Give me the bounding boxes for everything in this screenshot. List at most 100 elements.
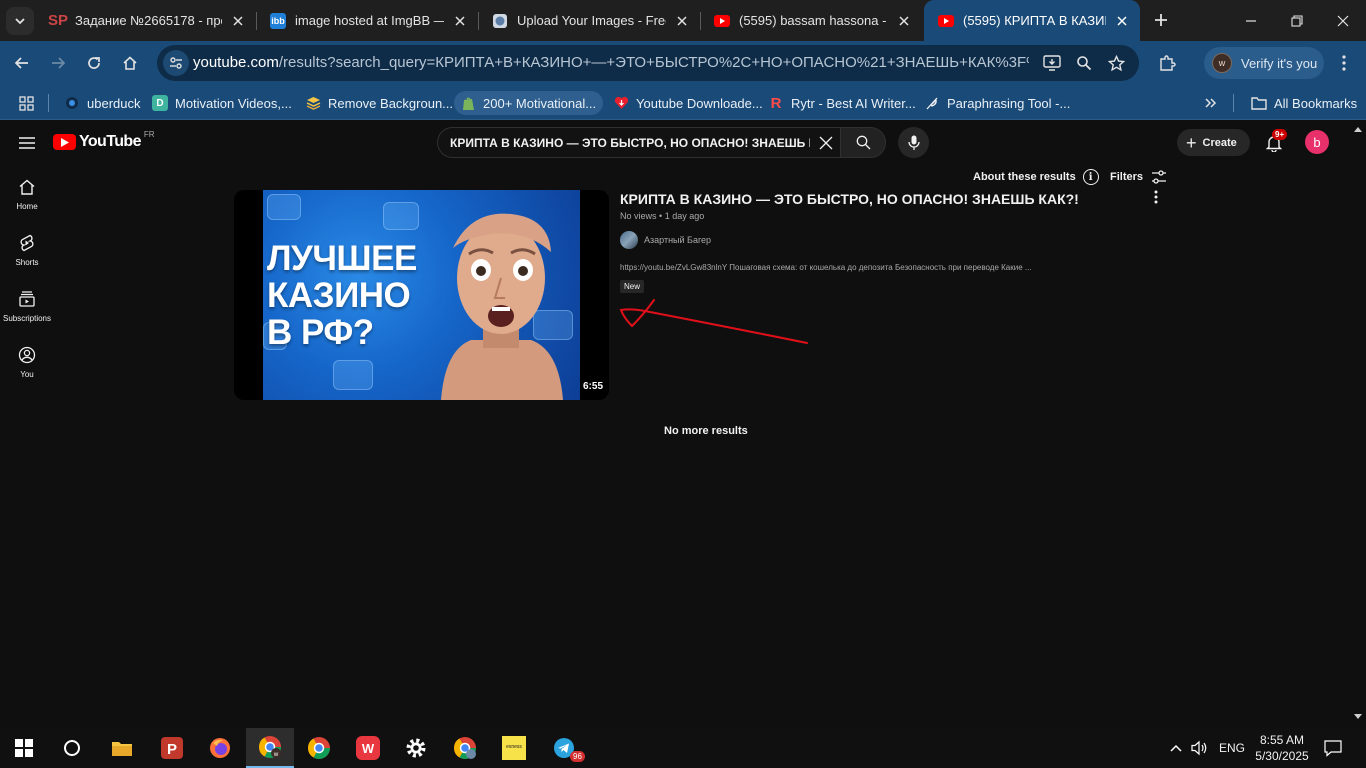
browser-tab[interactable]: ibb image hosted at ImgBB — In [256,0,478,41]
more-bookmarks-button[interactable] [1198,91,1224,115]
browser-menu-button[interactable] [1330,49,1358,77]
bookmarks-separator [1233,94,1234,112]
browser-tab[interactable]: (5595) bassam hassona - You [700,0,922,41]
home-button[interactable] [116,49,144,77]
browser-tab[interactable]: SP Задание №2665178 - прос [36,0,256,41]
notification-center-button[interactable] [1324,739,1342,757]
firefox-taskbar[interactable] [196,728,244,768]
browser-tab[interactable]: Upload Your Images - Free Im [478,0,700,41]
more-vert-icon [1154,190,1158,204]
guide-item-subscriptions[interactable]: Subscriptions [0,277,54,331]
file-explorer-taskbar[interactable] [98,728,146,768]
search-input[interactable]: КРИПТА В КАЗИНО — ЭТО БЫСТРО, НО ОПАСНО!… [450,136,810,150]
bookmark-star-button[interactable] [1105,53,1127,73]
address-bar[interactable]: youtube.com/results?search_query=КРИПТА+… [157,45,1139,81]
notification-icon [1324,740,1342,757]
back-button[interactable] [8,49,36,77]
tab-search-button[interactable] [6,7,34,35]
wps-office-taskbar[interactable]: W [344,728,392,768]
voice-search-button[interactable] [898,127,929,158]
new-tab-button[interactable] [1150,9,1172,31]
create-button[interactable]: + Create [1177,129,1250,156]
sliders-icon [1152,170,1167,184]
notifications-button[interactable]: 9+ [1262,129,1288,155]
scroll-down-arrow-icon[interactable] [1352,712,1364,722]
zoom-button[interactable] [1073,53,1095,73]
profile-button[interactable]: w Verify it's you [1204,47,1324,79]
bookmark-item[interactable]: uberduck [58,91,146,115]
search-taskbar-button[interactable] [48,728,96,768]
psiphon-taskbar[interactable]: P [148,728,196,768]
guide-menu-button[interactable] [13,130,41,156]
guide-item-you[interactable]: You [0,333,54,387]
exness-taskbar[interactable]: exness [490,728,538,768]
youtube-icon [938,13,954,29]
bookmark-item[interactable]: D Motivation Videos,... [146,91,298,115]
guide-label: You [20,370,34,379]
bookmark-item[interactable]: Remove Backgroun... [299,91,459,115]
bookmark-label: 200+ Motivational... [483,95,597,111]
close-icon[interactable] [674,13,690,29]
bookmark-label: Paraphrasing Tool -... [947,95,1071,111]
close-icon[interactable] [896,13,912,29]
apps-button[interactable] [12,91,47,115]
bookmark-item[interactable]: R Rytr - Best AI Writer... [762,91,922,115]
filters-button[interactable]: Filters [1110,169,1167,185]
search-box[interactable]: КРИПТА В КАЗИНО — ЭТО БЫСТРО, НО ОПАСНО!… [437,127,840,158]
arrow-right-icon [52,57,66,69]
folder-icon [1251,95,1267,111]
settings-taskbar[interactable] [392,728,440,768]
feather-icon [924,95,940,111]
thumbnail-image: ЛУЧШЕЕ КАЗИНО В РФ? [263,190,580,400]
forward-button[interactable] [44,49,72,77]
all-bookmarks-button[interactable]: All Bookmarks [1245,91,1363,115]
zoom-icon [1077,56,1092,71]
restore-button[interactable] [1274,0,1320,41]
start-button[interactable] [0,728,48,768]
telegram-taskbar[interactable]: 96 [540,728,588,768]
site-info-button[interactable] [163,50,189,76]
info-icon: i [1082,169,1099,185]
youtube-logo[interactable]: YouTube FR [53,130,155,151]
channel-name[interactable]: Азартный Багер [644,235,711,245]
about-these-results[interactable]: About these results i [973,169,1099,185]
video-title[interactable]: КРИПТА В КАЗИНО — ЭТО БЫСТРО, НО ОПАСНО!… [620,191,1079,207]
search-button[interactable] [840,127,886,158]
close-icon[interactable] [230,13,246,29]
install-app-button[interactable] [1041,53,1063,73]
input-language[interactable]: ENG [1219,741,1245,755]
url-path: /results?search_query=КРИПТА+В+КАЗИНО+—+… [278,54,1029,71]
volume-button[interactable] [1190,739,1208,757]
guide-item-home[interactable]: Home [0,165,54,219]
youtube-masthead: YouTube FR КРИПТА В КАЗИНО — ЭТО БЫСТРО,… [0,121,1366,165]
bookmark-item[interactable]: 200+ Motivational... [454,91,603,115]
restore-icon [1291,14,1303,27]
channel-avatar[interactable] [620,231,638,249]
close-icon[interactable] [452,13,468,29]
chrome-profile-taskbar[interactable] [441,728,489,768]
close-window-button[interactable] [1320,0,1366,41]
subscriptions-icon [16,288,38,310]
removebg-icon [305,95,321,111]
bookmark-item[interactable]: Paraphrasing Tool -... [918,91,1076,115]
channel-link[interactable]: Азартный Багер [620,231,711,249]
url-text[interactable]: youtube.com/results?search_query=КРИПТА+… [193,54,1029,71]
chrome-taskbar-active[interactable]: w [246,728,294,768]
browser-tab-active[interactable]: (5595) КРИПТА В КАЗИНО - [924,0,1140,41]
bookmark-item[interactable]: Youtube Downloade... [607,91,769,115]
video-thumbnail[interactable]: ЛУЧШЕЕ КАЗИНО В РФ? 6:55 [234,190,609,400]
extensions-button[interactable] [1153,49,1181,77]
show-hidden-icons-button[interactable] [1167,739,1185,757]
account-avatar[interactable]: b [1305,130,1329,154]
close-icon [819,136,833,150]
guide-item-shorts[interactable]: Shorts [0,221,54,275]
close-icon[interactable] [1114,13,1130,29]
minimize-button[interactable] [1228,0,1274,41]
scroll-up-arrow-icon[interactable] [1352,124,1364,134]
reload-button[interactable] [80,49,108,77]
clock[interactable]: 8:55 AM 5/30/2025 [1250,732,1314,764]
video-action-menu-button[interactable] [1148,189,1164,205]
chrome-taskbar[interactable] [295,728,343,768]
clear-search-button[interactable] [817,134,835,152]
all-bookmarks-label: All Bookmarks [1274,95,1358,111]
